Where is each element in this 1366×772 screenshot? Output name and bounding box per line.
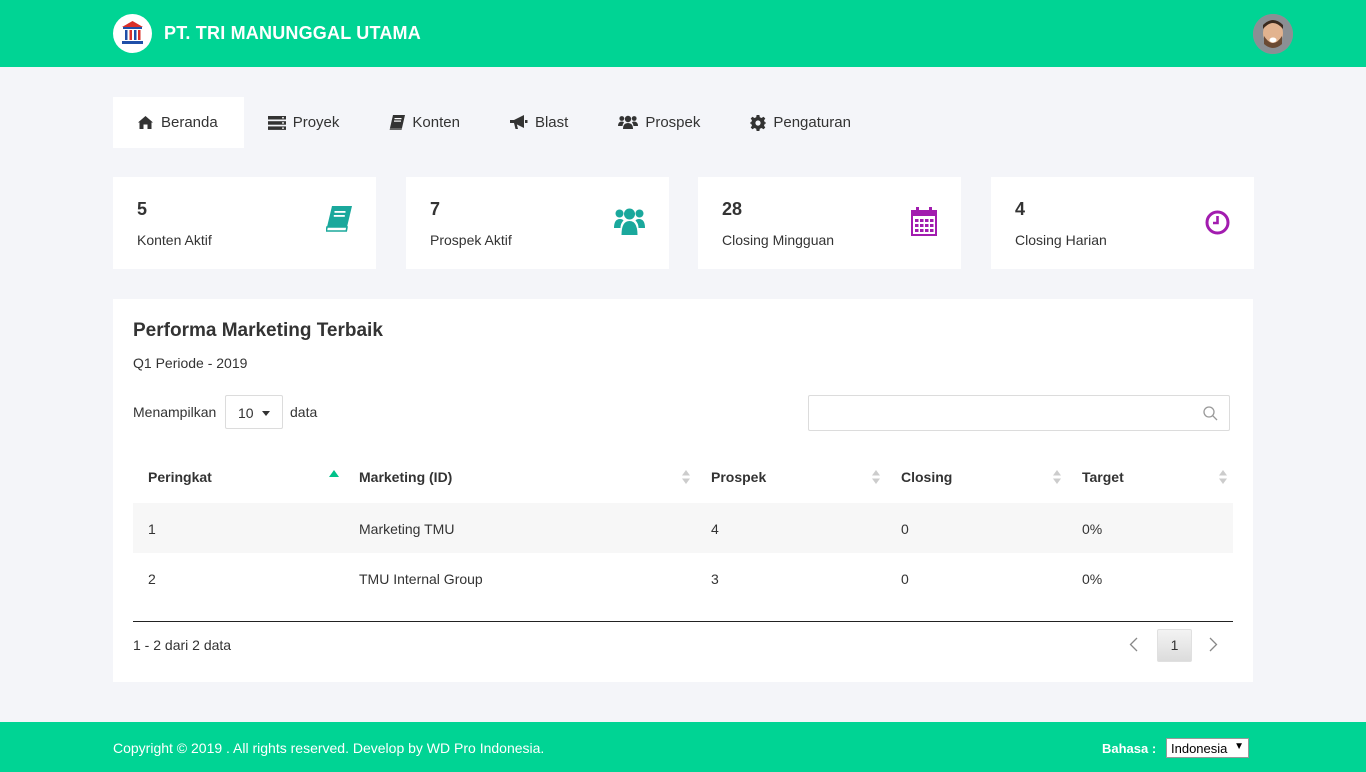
search-input[interactable] <box>808 395 1230 431</box>
sort-icon[interactable] <box>682 470 690 484</box>
copyright-text: Copyright © 2019 . All rights reserved. … <box>113 740 545 756</box>
chevron-left-icon[interactable] <box>1129 637 1138 652</box>
language-select[interactable]: Indonesia ▼ <box>1166 738 1249 758</box>
chevron-right-icon[interactable] <box>1209 637 1218 652</box>
nav-label: Beranda <box>161 114 218 131</box>
sort-asc-icon[interactable] <box>329 470 339 477</box>
company-logo[interactable] <box>113 14 152 53</box>
nav-item-konten[interactable]: Konten <box>365 97 486 148</box>
book-icon <box>326 206 352 232</box>
stat-label: Prospek Aktif <box>430 232 512 248</box>
stat-value: 4 <box>1015 199 1026 219</box>
cell-target: 0% <box>1082 521 1103 537</box>
footer: Copyright © 2019 . All rights reserved. … <box>0 722 1366 772</box>
users-icon <box>618 115 639 129</box>
nav-item-beranda[interactable]: Beranda <box>113 97 244 148</box>
table-row[interactable]: 1 Marketing TMU 4 0 0% <box>133 503 1233 553</box>
stat-card-closing-harian[interactable]: 4 Closing Harian <box>991 177 1254 269</box>
page-size-value: 10 <box>238 405 254 421</box>
nav-item-prospek[interactable]: Prospek <box>594 97 726 148</box>
column-header-marketing[interactable]: Marketing (ID) <box>359 469 452 485</box>
book-icon <box>390 115 406 130</box>
nav-label: Proyek <box>292 114 340 131</box>
column-header-closing[interactable]: Closing <box>901 469 952 485</box>
cell-prospek: 4 <box>711 521 719 537</box>
calendar-icon <box>911 207 937 236</box>
sort-icon[interactable] <box>1053 470 1061 484</box>
nav-label: Pengaturan <box>773 114 851 131</box>
cell-target: 0% <box>1082 571 1103 587</box>
stat-label: Konten Aktif <box>137 232 212 248</box>
brand-name[interactable]: PT. TRI MANUNGGAL UTAMA <box>164 23 421 44</box>
caret-down-icon <box>262 411 270 416</box>
clock-icon <box>1205 210 1230 235</box>
table-header: Peringkat Marketing (ID) Prospek Closing… <box>133 451 1233 503</box>
stat-card-konten[interactable]: 5 Konten Aktif <box>113 177 376 269</box>
cell-peringkat: 2 <box>148 571 156 587</box>
nav-label: Konten <box>412 114 460 131</box>
panel-subtitle: Q1 Periode - 2019 <box>133 355 248 371</box>
pagination: 1 <box>1121 629 1233 662</box>
panel-title: Performa Marketing Terbaik <box>133 320 383 341</box>
language-value: Indonesia <box>1171 741 1228 756</box>
gear-icon <box>750 114 767 131</box>
nav-item-proyek[interactable]: Proyek <box>244 97 366 148</box>
nav-label: Prospek <box>645 114 701 131</box>
main-nav: Beranda Proyek Konten Blast Prospek Peng… <box>113 97 877 148</box>
cell-peringkat: 1 <box>148 521 156 537</box>
cell-closing: 0 <box>901 571 909 587</box>
column-header-target[interactable]: Target <box>1082 469 1124 485</box>
sort-icon[interactable] <box>1219 470 1227 484</box>
column-header-prospek[interactable]: Prospek <box>711 469 766 485</box>
caret-down-icon: ▼ <box>1234 741 1244 752</box>
cell-closing: 0 <box>901 521 909 537</box>
data-label: data <box>290 404 318 420</box>
stat-card-closing-mingguan[interactable]: 28 Closing Mingguan <box>698 177 961 269</box>
top-header: PT. TRI MANUNGGAL UTAMA <box>0 0 1366 67</box>
user-avatar[interactable] <box>1253 14 1293 54</box>
bullhorn-icon <box>509 115 528 129</box>
show-label: Menampilkan <box>133 404 217 420</box>
stat-value: 7 <box>430 199 441 219</box>
sort-icon[interactable] <box>872 470 880 484</box>
nav-item-blast[interactable]: Blast <box>486 97 594 148</box>
users-icon <box>614 208 645 235</box>
stat-label: Closing Harian <box>1015 232 1107 248</box>
stat-value: 5 <box>137 199 148 219</box>
nav-label: Blast <box>534 114 569 131</box>
pagination-info: 1 - 2 dari 2 data <box>133 637 232 653</box>
home-icon <box>138 116 153 129</box>
stat-label: Closing Mingguan <box>722 232 835 248</box>
stat-card-prospek[interactable]: 7 Prospek Aktif <box>406 177 669 269</box>
cell-marketing: TMU Internal Group <box>359 571 483 587</box>
column-header-peringkat[interactable]: Peringkat <box>148 469 212 485</box>
cell-marketing: Marketing TMU <box>359 521 455 537</box>
performance-panel: Performa Marketing Terbaik Q1 Periode - … <box>113 299 1253 682</box>
cell-prospek: 3 <box>711 571 719 587</box>
table-row[interactable]: 2 TMU Internal Group 3 0 0% <box>133 553 1233 603</box>
server-icon <box>267 115 286 130</box>
nav-item-pengaturan[interactable]: Pengaturan <box>726 97 877 148</box>
language-label: Bahasa : <box>1102 741 1157 756</box>
search-icon <box>1203 406 1218 421</box>
table-divider <box>133 621 1233 622</box>
marketing-table: Peringkat Marketing (ID) Prospek Closing… <box>133 451 1233 603</box>
stat-value: 28 <box>722 199 743 219</box>
page-size-select[interactable]: 10 <box>225 395 283 429</box>
page-button-current[interactable]: 1 <box>1157 629 1192 662</box>
